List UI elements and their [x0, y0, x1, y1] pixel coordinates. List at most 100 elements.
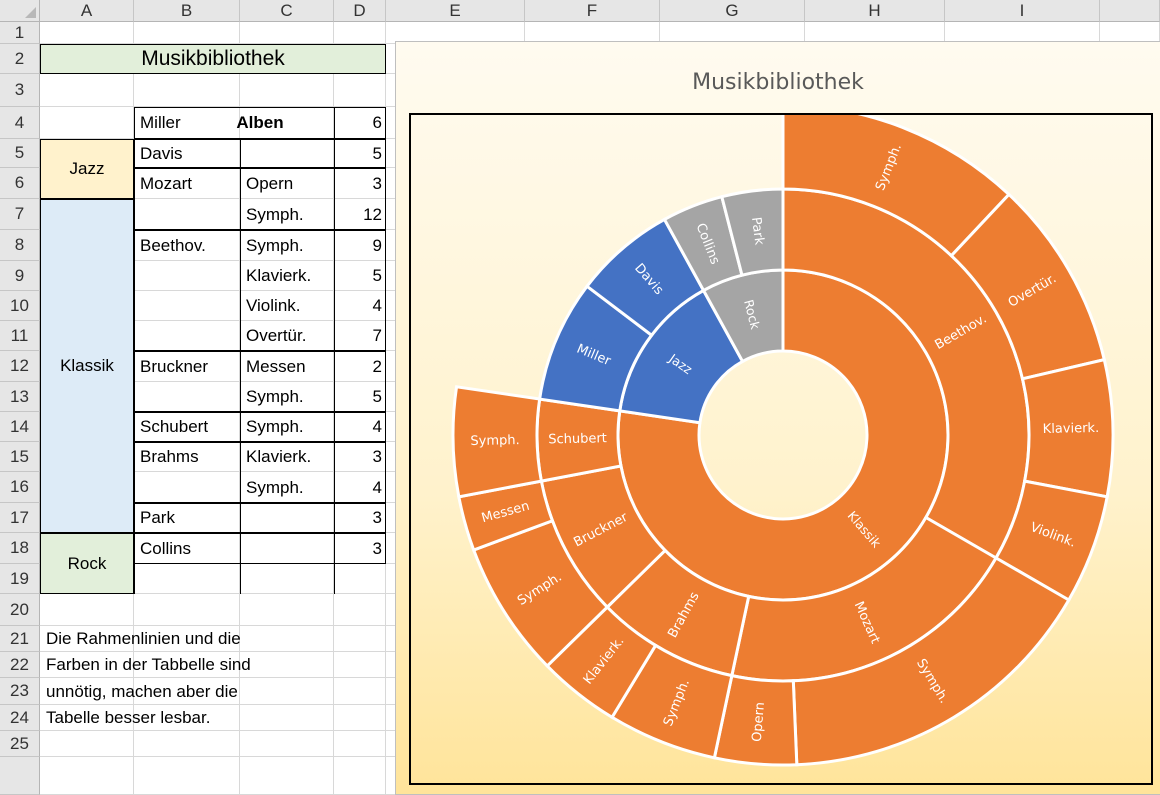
row-header[interactable]	[0, 757, 40, 795]
sunburst-svg: KlassikBeethov.Symph.Overtür.Klavierk.Vi…	[451, 115, 1115, 767]
genre-cell-rock[interactable]: Rock	[40, 533, 134, 594]
cell-composer[interactable]: Brahms	[134, 442, 240, 472]
cell-count[interactable]: 7	[334, 321, 386, 351]
select-all-corner[interactable]	[0, 0, 40, 22]
plot-area[interactable]: Klassik Beethov. Symph. Overtür. Klavierk. Vi…	[409, 113, 1153, 785]
cell-composer[interactable]	[134, 321, 240, 351]
row-header[interactable]: 15	[0, 442, 40, 472]
cell-count[interactable]: 3	[334, 503, 386, 533]
select-all-triangle	[25, 7, 36, 18]
column-header[interactable]: F	[525, 0, 660, 22]
cell-border-vertical	[240, 139, 241, 594]
genre-cell-jazz[interactable]: Jazz	[40, 139, 134, 199]
column-header[interactable]: A	[40, 0, 134, 22]
cell-count[interactable]: 5	[334, 139, 386, 168]
genre-cell-klassik[interactable]: Klassik	[40, 199, 134, 533]
column-header[interactable]	[1100, 0, 1160, 22]
note-line[interactable]: Die Rahmenlinien und die	[40, 626, 241, 652]
row-header[interactable]: 19	[0, 564, 40, 594]
cell-count[interactable]: 2	[334, 351, 386, 382]
cell-composer[interactable]: Beethov.	[134, 230, 240, 261]
cell-count[interactable]: 5	[334, 261, 386, 291]
note-line[interactable]: unnötig, machen aber die	[40, 678, 238, 705]
title-cell[interactable]: Musikbibliothek	[40, 44, 386, 74]
cell-work-type[interactable]: Symph.	[240, 472, 334, 503]
column-header[interactable]: B	[134, 0, 240, 22]
cell-count[interactable]: 4	[334, 291, 386, 321]
row-header[interactable]: 21	[0, 626, 40, 652]
sunburst-chart[interactable]: Musikbibliothek Klassik Beethov. Symph. Ove…	[395, 41, 1160, 795]
row-header[interactable]: 9	[0, 261, 40, 291]
cell-composer[interactable]: Schubert	[134, 412, 240, 442]
cell-work-type[interactable]: Messen	[240, 351, 334, 382]
row-header[interactable]: 25	[0, 731, 40, 757]
note-line[interactable]: Farben in der Tabbelle sind	[40, 652, 251, 678]
cell-work-type[interactable]	[240, 107, 334, 139]
row-header[interactable]: 10	[0, 291, 40, 321]
column-header[interactable]: G	[660, 0, 805, 22]
row-header[interactable]: 23	[0, 678, 40, 705]
row-header[interactable]: 20	[0, 594, 40, 626]
cell-count[interactable]: 9	[334, 230, 386, 261]
cell-border-vertical	[334, 107, 335, 594]
cell-count[interactable]: 3	[334, 442, 386, 472]
row-header[interactable]: 18	[0, 533, 40, 564]
column-header[interactable]: I	[945, 0, 1100, 22]
cell-count[interactable]: 3	[334, 533, 386, 564]
row-header[interactable]: 13	[0, 382, 40, 412]
cell-work-type[interactable]: Overtür.	[240, 321, 334, 351]
cell-work-type[interactable]: Symph.	[240, 199, 334, 230]
row-header[interactable]: 24	[0, 705, 40, 731]
cell-work-type[interactable]: Symph.	[240, 382, 334, 412]
cell-composer[interactable]: Mozart	[134, 168, 240, 199]
row-header[interactable]: 17	[0, 503, 40, 533]
cell-count[interactable]: 12	[334, 199, 386, 230]
cell-count[interactable]: 3	[334, 168, 386, 199]
cell-count[interactable]: 6	[334, 107, 386, 139]
column-header[interactable]: D	[334, 0, 386, 22]
row-header[interactable]: 14	[0, 412, 40, 442]
cell-count[interactable]: 5	[334, 382, 386, 412]
cell-composer[interactable]: Bruckner	[134, 351, 240, 382]
row-header[interactable]: 16	[0, 472, 40, 503]
cell-count[interactable]: 4	[334, 412, 386, 442]
cell-composer[interactable]: Collins	[134, 533, 240, 564]
cell-work-type[interactable]	[240, 139, 334, 168]
cell-work-type[interactable]: Klavierk.	[240, 442, 334, 472]
cell-composer[interactable]	[134, 472, 240, 503]
cell-border-vertical	[134, 139, 135, 594]
row-header[interactable]: 12	[0, 351, 40, 382]
row-header[interactable]: 8	[0, 230, 40, 261]
cell-work-type[interactable]	[240, 503, 334, 533]
cell-composer[interactable]: Park	[134, 503, 240, 533]
cell-composer[interactable]	[134, 382, 240, 412]
row-header[interactable]: 11	[0, 321, 40, 351]
row-header[interactable]: 7	[0, 199, 40, 230]
cell-count[interactable]: 4	[334, 472, 386, 503]
row-header[interactable]: 1	[0, 22, 40, 44]
cell-work-type[interactable]: Klavierk.	[240, 261, 334, 291]
cell-work-type[interactable]	[240, 533, 334, 564]
column-header[interactable]: C	[240, 0, 334, 22]
cell-composer[interactable]: Miller	[134, 107, 240, 139]
row-header[interactable]: 22	[0, 652, 40, 678]
note-line[interactable]: Tabelle besser lesbar.	[40, 705, 210, 731]
cell-work-type[interactable]: Opern	[240, 168, 334, 199]
cell-work-type[interactable]: Symph.	[240, 230, 334, 261]
row-header[interactable]: 6	[0, 168, 40, 199]
row-header[interactable]: 2	[0, 44, 40, 74]
cell-composer[interactable]	[134, 261, 240, 291]
sunburst-label: Symph.	[470, 433, 520, 449]
row-header[interactable]: 4	[0, 107, 40, 139]
spreadsheet-window: ABCDEFGHI 1 2 3 4 5 6 7 8 9 10 11 12 13 14 15 16 17 18 19 2…	[0, 0, 1160, 795]
cell-work-type[interactable]: Symph.	[240, 412, 334, 442]
cell-composer[interactable]: Davis	[134, 139, 240, 168]
cell-composer[interactable]	[134, 199, 240, 230]
cell-composer[interactable]	[134, 291, 240, 321]
chart-title: Musikbibliothek	[692, 70, 864, 95]
row-header[interactable]: 5	[0, 139, 40, 168]
row-header[interactable]: 3	[0, 74, 40, 107]
cell-work-type[interactable]: Violink.	[240, 291, 334, 321]
column-header[interactable]: E	[386, 0, 525, 22]
column-header[interactable]: H	[805, 0, 945, 22]
